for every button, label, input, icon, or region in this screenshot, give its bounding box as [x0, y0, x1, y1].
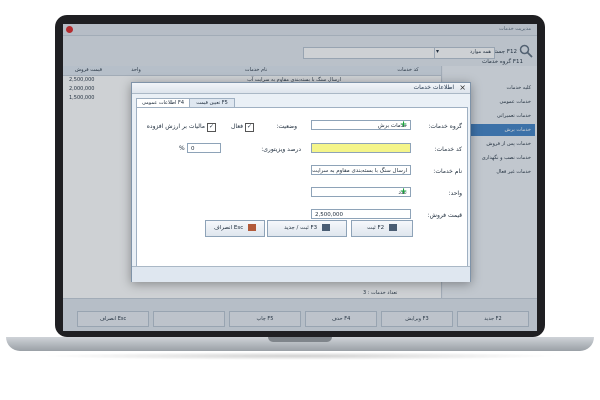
save-new-button-label: ثبت / جدید F3 — [284, 225, 318, 231]
service-info-dialog: اطلاعات خدمات × اطلاعات عمومی F4 تعیین ق… — [131, 82, 471, 282]
floppy-icon — [388, 224, 397, 231]
dialog-footer — [132, 266, 470, 282]
group-field[interactable]: خدمات برش — [311, 120, 411, 130]
screen: مدیریت خدمات جستجو F12 همه موارد ▾ گروه … — [63, 24, 537, 331]
vat-checkbox[interactable]: ✓ — [207, 123, 216, 132]
discount-label: درصد ویزیتوری: — [261, 146, 301, 153]
exit-door-icon — [247, 224, 256, 231]
code-field[interactable] — [311, 143, 411, 153]
general-panel: گروه خدمات: خدمات برش + کد خدمات: نام خد… — [136, 107, 468, 267]
active-checkbox[interactable]: ✓ — [245, 123, 254, 132]
discount-field-value: 0 — [191, 146, 195, 152]
add-group-icon[interactable]: + — [399, 121, 408, 130]
laptop-shadow — [40, 352, 560, 360]
save-new-button[interactable]: ثبت / جدید F3 — [267, 220, 347, 237]
percent-unit: % — [179, 145, 185, 152]
price-field-label: قیمت فروش: — [427, 212, 462, 219]
active-label: فعال — [231, 123, 243, 130]
cancel-button-label: انصراف Esc — [214, 225, 244, 231]
group-field-label: گروه خدمات: — [428, 123, 462, 130]
cancel-button[interactable]: انصراف Esc — [205, 220, 265, 237]
name-field-label: نام خدمات: — [433, 168, 462, 175]
name-field-value: ارسال سنگ با بسته‌بندی مقاوم به سرایت — [312, 168, 407, 174]
dialog-title: اطلاعات خدمات — [413, 84, 454, 91]
save-button-label: ثبت F2 — [367, 225, 385, 231]
unit-field[interactable]: عدد — [311, 187, 411, 197]
discount-field[interactable]: 0 — [187, 143, 221, 153]
price-field-value: 2,500,000 — [315, 212, 343, 218]
unit-field-label: واحد: — [448, 190, 462, 197]
dialog-close-icon[interactable]: × — [459, 83, 466, 92]
laptop-notch — [268, 337, 332, 342]
save-button[interactable]: ثبت F2 — [351, 220, 413, 237]
status-label: وضعیت: — [276, 123, 297, 130]
vat-label: مالیات بر ارزش افزوده — [146, 123, 205, 130]
save-new-icon — [321, 224, 330, 231]
code-field-label: کد خدمات: — [434, 146, 462, 153]
add-unit-icon[interactable]: + — [399, 188, 408, 197]
price-field[interactable]: 2,500,000 — [311, 209, 411, 219]
name-field[interactable]: ارسال سنگ با بسته‌بندی مقاوم به سرایت — [311, 165, 411, 175]
